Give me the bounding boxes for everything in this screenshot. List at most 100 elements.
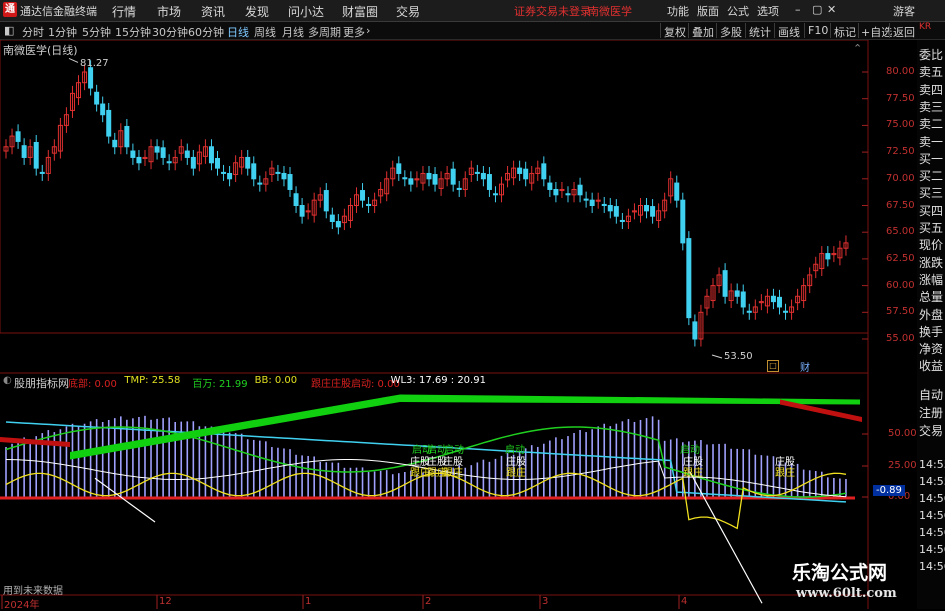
side-panel-field: 涨幅 — [919, 272, 944, 287]
tool-back[interactable]: 返回 — [893, 24, 915, 40]
candle-body — [589, 199, 595, 207]
indicator-ribbon-red-left — [0, 437, 70, 447]
period-monthly[interactable]: 月线 — [282, 24, 304, 40]
side-panel-time: 14:55 — [919, 458, 945, 471]
signal-follow-label: 跟庄 — [506, 468, 526, 479]
side-panel-field: 卖三 — [919, 99, 944, 114]
candle-body — [335, 221, 341, 228]
tool-adjust[interactable]: 复权 — [664, 24, 686, 40]
tool-f10[interactable]: F10 — [808, 24, 828, 37]
toolbar-separator — [774, 23, 775, 38]
trend-line — [94, 477, 156, 523]
candle-body — [396, 163, 402, 174]
side-panel-field: 委比 — [919, 48, 944, 62]
candle-body — [480, 172, 486, 180]
window-minimize-icon[interactable]: – — [795, 3, 801, 16]
x-axis-label: 3 — [542, 596, 549, 607]
menu-item-formula[interactable]: 公式 — [727, 3, 749, 19]
guest-user[interactable]: 游客 — [893, 3, 915, 19]
candle-body — [432, 174, 438, 185]
period-15min[interactable]: 15分钟 — [115, 24, 151, 40]
toolbar-separator — [716, 23, 717, 38]
indicator-tick-label: 50.00 — [888, 428, 917, 439]
price-tick-label: 62.50 — [886, 252, 915, 264]
side-panel-code: KR — [919, 22, 932, 32]
period-multi[interactable]: 多周期 — [308, 24, 341, 40]
header-stock-name: 南微医学 — [588, 5, 632, 18]
sidebar-toggle-icon[interactable]: ◧ — [4, 24, 14, 37]
side-panel-lower-field[interactable]: 自动 — [919, 386, 943, 403]
window-maximize-icon[interactable]: ▢ — [812, 3, 822, 16]
side-panel-field: 涨跌 — [919, 255, 944, 270]
period-5min[interactable]: 5分钟 — [82, 24, 111, 40]
price-grid — [862, 71, 868, 340]
period-more[interactable]: 更多 — [343, 24, 365, 40]
candle-body — [734, 290, 740, 297]
window-close-icon[interactable]: ✕ — [827, 3, 836, 16]
app-logo-icon: 通 — [3, 2, 17, 17]
price-tick-label: 75.00 — [886, 119, 915, 131]
candle-body — [619, 219, 625, 223]
candle-body — [184, 150, 190, 158]
indicator-settings-icon[interactable]: ◐ — [3, 375, 12, 386]
candle-body — [825, 253, 831, 260]
side-panel-field: 卖四 — [919, 82, 944, 97]
menu-item-options[interactable]: 选项 — [757, 3, 779, 19]
candle-body — [94, 91, 100, 105]
side-panel-field: 买三 — [919, 186, 944, 201]
login-status[interactable]: 证券交易未登录 — [514, 3, 591, 19]
indicator-name[interactable]: 股朋指标网 — [14, 375, 69, 391]
candle-body — [783, 310, 789, 313]
price-tick-label: 60.00 — [886, 279, 915, 291]
collapse-icon[interactable]: ⌃ — [853, 42, 862, 55]
candle-body — [402, 177, 408, 180]
menu-item-function[interactable]: 功能 — [667, 3, 689, 19]
candle-body — [541, 163, 547, 180]
side-panel-field: 卖二 — [919, 117, 944, 132]
menu-item-layout[interactable]: 版面 — [697, 3, 719, 19]
side-panel-lower-field[interactable]: 交易 — [919, 422, 943, 439]
menu-item-market[interactable]: 市场 — [157, 3, 181, 20]
menu-item-trade[interactable]: 交易 — [396, 3, 420, 20]
tool-add-watchlist[interactable]: +自选 — [861, 24, 892, 40]
x-axis-label: 12 — [159, 596, 172, 607]
candle-body — [692, 321, 698, 340]
x-axis-label: 4 — [681, 596, 688, 607]
menu-item-news[interactable]: 资讯 — [201, 3, 225, 20]
event-marker-icon[interactable]: □ — [767, 360, 779, 372]
tool-mark[interactable]: 标记 — [834, 24, 856, 40]
chevron-right-icon[interactable]: › — [366, 24, 370, 37]
side-panel-field: 外盘 — [919, 307, 944, 322]
candle-body — [583, 198, 589, 201]
period-30min[interactable]: 30分钟 — [152, 24, 188, 40]
period-daily[interactable]: 日线 — [227, 24, 249, 40]
toolbar-separator — [804, 23, 805, 38]
watermark-title: 乐淘公式网 — [792, 562, 888, 584]
chart-canvas[interactable] — [0, 40, 917, 609]
side-panel-lower-field[interactable]: 注册 — [919, 404, 943, 421]
period-1min[interactable]: 1分钟 — [48, 24, 77, 40]
price-tick-label: 67.50 — [886, 199, 915, 211]
tool-overlay[interactable]: 叠加 — [692, 24, 714, 40]
tool-draw[interactable]: 画线 — [778, 24, 800, 40]
signal-follow-label: 跟庄 — [683, 468, 703, 479]
menu-item-discover[interactable]: 发现 — [245, 3, 269, 20]
period-weekly[interactable]: 周线 — [254, 24, 276, 40]
menu-item-quotes[interactable]: 行情 — [112, 3, 136, 20]
tool-multi-stock[interactable]: 多股 — [720, 24, 742, 40]
candle-body — [154, 146, 160, 153]
candle-body — [577, 184, 583, 196]
future-data-note: 用到未来数据 — [3, 586, 63, 597]
side-panel-time: 14:56 — [919, 526, 945, 539]
finance-marker[interactable]: 财 — [800, 359, 810, 374]
candle-body — [227, 172, 233, 180]
period-intraday[interactable]: 分时 — [22, 24, 44, 40]
indicator-param-1: TMP: 25.58 — [124, 375, 181, 386]
price-tick-label: 57.50 — [886, 306, 915, 318]
menu-item-ask[interactable]: 问小达 — [288, 3, 324, 20]
menu-item-wealth[interactable]: 财富圈 — [342, 3, 378, 20]
tool-statistics[interactable]: 统计 — [749, 24, 771, 40]
indicator-series — [0, 394, 862, 604]
candle-body — [88, 67, 94, 89]
period-60min[interactable]: 60分钟 — [188, 24, 224, 40]
